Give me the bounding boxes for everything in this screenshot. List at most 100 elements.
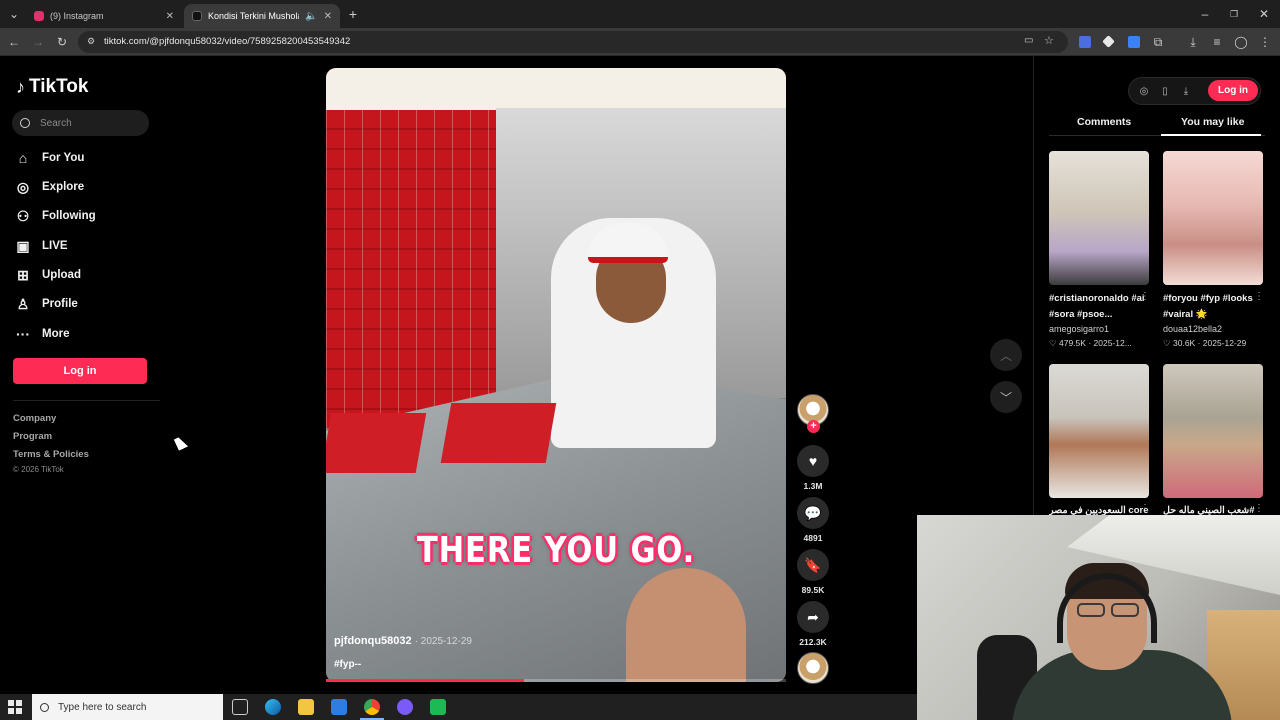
back-icon[interactable]: ←: [6, 34, 22, 50]
video-thumbnail[interactable]: [1049, 364, 1149, 498]
tab-search-icon[interactable]: ⌄: [6, 6, 22, 22]
extension-blue-icon[interactable]: [1128, 36, 1140, 48]
microsoft-store-icon[interactable]: [331, 699, 347, 715]
file-explorer-icon[interactable]: [298, 699, 314, 715]
taskbar-search-placeholder: Type here to search: [58, 701, 147, 713]
video-thumbnail[interactable]: [1049, 151, 1149, 285]
nav-upload[interactable]: ⊞ Upload: [14, 264, 81, 286]
comment-button[interactable]: 💬: [797, 497, 829, 529]
new-tab-icon[interactable]: +: [345, 6, 361, 22]
tab-instagram[interactable]: (9) Instagram ✕: [26, 4, 182, 28]
instagram-icon: [34, 11, 44, 21]
profile-icon: ♙: [16, 295, 30, 312]
card-date: 2025-12-29: [1202, 338, 1247, 348]
restore-icon[interactable]: ❐: [1226, 6, 1242, 22]
share-button[interactable]: ➦: [797, 601, 829, 633]
address-bar[interactable]: ⚙ tiktok.com/@pjfdonqu58032/video/758925…: [78, 31, 1068, 53]
account-icon[interactable]: ◯: [1233, 34, 1249, 50]
video-username[interactable]: pjfdonqu58032: [334, 635, 412, 647]
heart-outline-icon: ♡: [1049, 338, 1057, 348]
install-icon[interactable]: ▭: [1024, 35, 1033, 46]
nav-live[interactable]: ▣ LIVE: [14, 235, 68, 257]
video-author[interactable]: pjfdonqu58032 · 2025-12-29: [334, 635, 472, 647]
phone-icon[interactable]: ▯: [1159, 86, 1171, 98]
nav-following[interactable]: ⚇ Following: [14, 205, 96, 227]
extension-diamond-icon[interactable]: [1102, 35, 1115, 48]
nav-label: Following: [42, 210, 96, 222]
follow-plus-icon[interactable]: +: [807, 420, 820, 433]
translate-extension-icon[interactable]: [1079, 36, 1091, 48]
search-icon: [20, 118, 30, 128]
card-likes: 479.5K: [1059, 338, 1086, 348]
obs-icon[interactable]: [397, 699, 413, 715]
sound-disc-icon[interactable]: [797, 652, 829, 684]
window-close-icon[interactable]: ✕: [1256, 6, 1272, 22]
windows-taskbar: Type here to search: [0, 694, 917, 720]
extensions-puzzle-icon[interactable]: ⧉: [1150, 34, 1166, 50]
edge-icon[interactable]: [265, 699, 281, 715]
next-video-button[interactable]: ﹀: [990, 381, 1022, 413]
url-text: tiktok.com/@pjfdonqu58032/video/75892582…: [104, 36, 351, 47]
nav-more[interactable]: ··· More: [14, 323, 69, 345]
like-button[interactable]: ♥: [797, 445, 829, 477]
card-username[interactable]: douaa12bella2: [1163, 324, 1222, 334]
site-info-icon[interactable]: ⚙: [87, 36, 95, 47]
more-options-icon[interactable]: ⋮: [1254, 291, 1264, 302]
search-input[interactable]: Search: [12, 110, 149, 136]
nav-explore[interactable]: ◎ Explore: [14, 176, 84, 198]
task-view-icon[interactable]: [232, 699, 248, 715]
previous-video-button[interactable]: ︿: [990, 339, 1022, 371]
menu-icon[interactable]: ⋮: [1257, 34, 1273, 50]
reload-icon[interactable]: ↻: [54, 34, 70, 50]
chrome-icon[interactable]: [364, 699, 380, 715]
tab-comments[interactable]: Comments: [1077, 116, 1131, 128]
footer-link-program[interactable]: Program: [13, 431, 52, 442]
windows-start-icon[interactable]: [8, 700, 22, 714]
nav-label: LIVE: [42, 240, 68, 252]
nav-for-you[interactable]: ⌂ For You: [14, 147, 85, 169]
close-icon[interactable]: ✕: [166, 11, 174, 22]
more-options-icon[interactable]: ⋮: [1140, 291, 1150, 302]
footer-link-terms[interactable]: Terms & Policies: [13, 449, 89, 460]
active-tab-indicator: [1161, 134, 1261, 136]
nav-label: Upload: [42, 269, 81, 281]
video-scene-tray: [326, 413, 427, 473]
card-username[interactable]: amegosigarro1: [1049, 324, 1109, 334]
tab-tiktok[interactable]: Kondisi Terkini Musholas PI 🔈 ✕: [184, 4, 340, 28]
video-progress-bar[interactable]: [326, 679, 786, 682]
more-options-icon[interactable]: ⋮: [1254, 503, 1264, 514]
download-icon[interactable]: ⤓: [1185, 34, 1201, 50]
save-button[interactable]: 🔖: [797, 549, 829, 581]
nav-label: More: [42, 328, 70, 340]
app-icon[interactable]: [430, 699, 446, 715]
comment-icon: 💬: [804, 504, 822, 521]
close-icon[interactable]: ✕: [324, 11, 332, 22]
mouse-cursor: [173, 435, 189, 451]
minimize-icon[interactable]: –: [1197, 6, 1213, 22]
tiktok-logo[interactable]: ♪ TikTok: [16, 76, 88, 98]
download-icon[interactable]: ⤓: [1180, 86, 1192, 98]
footer-link-company[interactable]: Company: [13, 413, 56, 424]
nav-profile[interactable]: ♙ Profile: [14, 293, 78, 315]
video-scene-border: [326, 68, 786, 110]
video-description[interactable]: #fyp--: [334, 659, 361, 670]
media-icon[interactable]: ≡: [1209, 34, 1225, 50]
forward-icon[interactable]: →: [30, 34, 46, 50]
video-thumbnail[interactable]: [1163, 364, 1263, 498]
video-scene-tray: [440, 403, 557, 463]
heart-outline-icon: ♡: [1163, 338, 1171, 348]
share-icon: ➦: [807, 608, 819, 625]
video-thumbnail[interactable]: [1163, 151, 1263, 285]
header-login-button[interactable]: Log in: [1208, 80, 1258, 101]
taskbar-search-box[interactable]: Type here to search: [32, 694, 223, 720]
sidebar-login-button[interactable]: Log in: [13, 358, 147, 384]
brand-name: TikTok: [29, 76, 89, 97]
bookmark-star-icon[interactable]: ☆: [1044, 34, 1054, 47]
more-options-icon[interactable]: ⋮: [1140, 503, 1150, 514]
tab-title: (9) Instagram: [50, 11, 104, 21]
more-icon: ···: [16, 326, 30, 342]
video-player[interactable]: [326, 68, 786, 682]
compass-icon[interactable]: ◎: [1138, 86, 1150, 98]
speaker-icon[interactable]: 🔈: [305, 11, 317, 22]
tab-you-may-like[interactable]: You may like: [1181, 116, 1244, 128]
